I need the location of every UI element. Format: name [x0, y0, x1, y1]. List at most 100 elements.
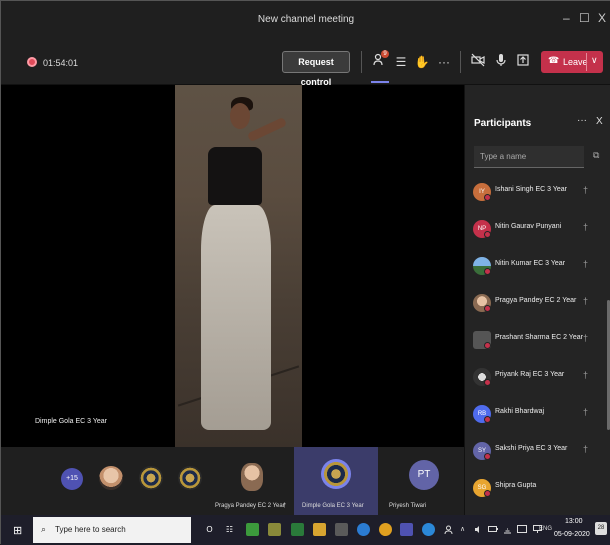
store-icon[interactable] [335, 523, 348, 536]
search-icon: ⌕ [41, 524, 47, 534]
language-indicator[interactable]: ENG [539, 526, 552, 532]
video-tile-active[interactable]: Dimple Gola EC 3 Year [294, 447, 378, 515]
notification-center-icon[interactable]: 28 [595, 522, 607, 535]
participant-name: Sakshi Priya EC 3 Year [495, 445, 568, 452]
status-badge [484, 379, 491, 386]
windows-start-icon[interactable]: ⊞ [13, 524, 22, 537]
status-badge [484, 490, 491, 497]
participant-item[interactable]: NP Nitin Gaurav Punyani † [465, 212, 610, 249]
avatar[interactable] [178, 466, 202, 490]
speaker-name-label: Dimple Gola EC 3 Year [35, 418, 107, 425]
muted-mic-icon: † [583, 444, 589, 454]
cortana-icon[interactable]: O [203, 523, 216, 536]
muted-mic-icon: † [583, 370, 589, 380]
dancer-arm [246, 116, 288, 143]
share-invite-icon[interactable]: ⧉ [593, 150, 599, 161]
participant-name: Nitin Gaurav Punyani [495, 223, 562, 230]
more-participants-badge[interactable]: +15 [61, 468, 83, 490]
app-icon[interactable] [291, 523, 304, 536]
chevron-down-icon[interactable]: ∨ [591, 55, 598, 66]
dancer-top [208, 147, 262, 205]
close-panel-button[interactable]: X [596, 116, 603, 127]
video-strip: +15 Pragya Pandey EC 2 Year † Dimple Gol… [1, 447, 464, 515]
participant-item[interactable]: Pragya Pandey EC 2 Year † [465, 286, 610, 323]
camera-off-icon[interactable] [469, 53, 487, 71]
restore-button[interactable]: ☐ [579, 11, 590, 25]
leave-label: Leave [563, 57, 588, 67]
muted-mic-icon: † [583, 296, 589, 306]
participant-item[interactable]: IY Ishani Singh EC 3 Year † [465, 175, 610, 212]
more-actions-icon[interactable]: ··· [435, 53, 453, 71]
app-icon[interactable] [246, 523, 259, 536]
participant-item[interactable]: Priyank Raj EC 3 Year † [465, 360, 610, 397]
recording-icon [27, 57, 37, 67]
status-badge [484, 305, 491, 312]
participant-item[interactable]: RB Rakhi Bhardwaj † [465, 397, 610, 434]
participant-name: Priyank Raj EC 3 Year [495, 371, 565, 378]
window-title: New channel meeting [257, 14, 355, 25]
chat-icon[interactable]: ☰ [392, 53, 410, 71]
participant-item[interactable]: Nitin Kumar EC 3 Year † [465, 249, 610, 286]
dancer-head [230, 103, 250, 129]
participant-item[interactable]: SG Shipra Gupta [465, 471, 610, 508]
leave-divider [586, 53, 587, 71]
clock-time[interactable]: 13:00 [565, 518, 583, 525]
close-button[interactable]: X [598, 11, 606, 25]
chrome-icon[interactable] [379, 523, 392, 536]
request-control-button[interactable]: Request control [282, 51, 350, 87]
share-screen-icon[interactable] [514, 53, 532, 71]
participant-name: Rakhi Bhardwaj [495, 408, 545, 415]
microphone-icon[interactable] [492, 53, 510, 71]
meeting-toolbar: 01:54:01 Request control 9 ☰ ✋ ··· ☎ Lea… [1, 37, 610, 87]
dancer-skirt [201, 205, 271, 430]
status-badge [484, 453, 491, 460]
participant-name: Nitin Kumar EC 3 Year [495, 260, 566, 267]
muted-mic-icon: † [583, 333, 589, 343]
participants-panel: Participants ··· X Type a name ⧉ IY Isha… [464, 85, 610, 515]
participant-name: Prashant Sharma EC 2 Year [495, 334, 583, 341]
speaker-video [175, 85, 302, 447]
clock-date[interactable]: 05-09-2020 [554, 531, 590, 538]
status-badge [484, 416, 491, 423]
muted-mic-icon: † [583, 185, 589, 195]
toolbar-divider [361, 51, 362, 73]
tray-up-icon[interactable]: ∧ [460, 525, 465, 533]
task-view-icon[interactable]: ☷ [223, 523, 236, 536]
participants-count-badge: 9 [381, 50, 389, 58]
main-video-stage: Dimple Gola EC 3 Year [1, 85, 464, 447]
edge-icon[interactable] [357, 523, 370, 536]
participant-search-input[interactable]: Type a name [474, 146, 584, 168]
muted-mic-icon: † [583, 407, 589, 417]
participant-item[interactable]: Prashant Sharma EC 2 Year † [465, 323, 610, 360]
avatar [241, 463, 263, 491]
participant-name: Shipra Gupta [495, 482, 537, 489]
minimize-button[interactable]: – [563, 11, 570, 25]
participant-item[interactable]: SY Sakshi Priya EC 3 Year † [465, 434, 610, 471]
avatar [321, 459, 351, 489]
toolbar-divider [460, 51, 461, 73]
file-explorer-icon[interactable] [313, 523, 326, 536]
participant-name: Pragya Pandey EC 2 Year [495, 297, 577, 304]
muted-mic-icon: † [583, 222, 589, 232]
avatar: PT [409, 460, 439, 490]
muted-mic-icon: † [283, 503, 287, 509]
more-options-icon[interactable]: ··· [577, 115, 587, 126]
app-icon[interactable] [268, 523, 281, 536]
volume-icon[interactable] [474, 525, 483, 536]
keyboard-icon[interactable] [517, 525, 527, 535]
raise-hand-icon[interactable]: ✋ [413, 53, 431, 71]
active-tab-indicator [371, 81, 389, 83]
app-icon[interactable] [422, 523, 435, 536]
tray-person-icon[interactable] [444, 525, 453, 536]
battery-icon[interactable] [488, 525, 498, 535]
teams-icon[interactable] [400, 523, 413, 536]
network-icon[interactable] [503, 525, 512, 536]
status-badge [484, 194, 491, 201]
panel-title: Participants [474, 118, 532, 129]
muted-mic-icon: † [583, 259, 589, 269]
video-tile[interactable]: Pragya Pandey EC 2 Year † [211, 447, 293, 515]
avatar[interactable] [99, 466, 123, 490]
tile-name: Dimple Gola EC 3 Year [302, 503, 364, 509]
taskbar-search-text: Type here to search [55, 525, 126, 534]
avatar[interactable] [139, 466, 163, 490]
